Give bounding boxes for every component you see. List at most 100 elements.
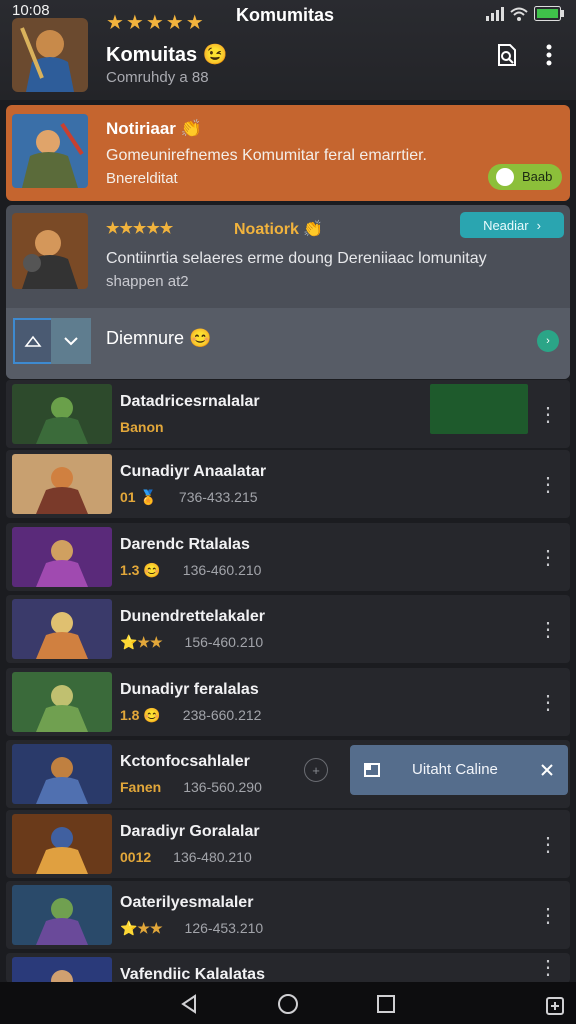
home-icon[interactable] [277,993,299,1015]
list-item-code: 126-453.210 [184,920,264,936]
list-item-thumbnail [12,384,112,444]
list-item[interactable]: Daradiyr Goralalar 0012 136-480.210 ⋮ [6,810,570,878]
home-outline-button[interactable] [13,318,53,364]
triangle-up-icon [24,335,42,347]
status-icons [486,6,564,21]
page-title: Komuitas 😉 [106,44,228,66]
top-title: Komumitas [236,5,335,25]
list-item[interactable]: Dunadiyr feralalas 1.8 😊 238-660.212 ⋮ [6,668,570,736]
list-item-more-button[interactable]: ⋮ [538,951,558,983]
list-item-badge: 01 🏅 [120,489,157,505]
list-item-title: Kctonfocsahlaler [120,753,250,770]
dropdown-button[interactable] [51,318,91,364]
window-icon [364,763,380,777]
list-item-meta: 1.3 😊 136-460.210 [120,562,261,579]
notification-stars: ★★★★★ [106,220,174,237]
list-item-more-button[interactable]: ⋮ [538,828,558,860]
signal-icon [486,6,504,21]
list-item[interactable]: Dunendrettelakaler ⭐★★ 156-460.210 ⋮ [6,595,570,663]
list-item-badge: 1.8 😊 [120,707,161,723]
list-item-meta: 1.8 😊 238-660.212 [120,707,261,724]
wifi-icon [510,7,528,21]
more-menu-button[interactable] [534,40,564,70]
recents-icon[interactable] [376,994,396,1014]
chevron-right-icon: › [536,217,541,233]
list-item-thumbnail [12,744,112,804]
notification-sub: Bnerelditat [106,170,178,187]
notification-thumbnail [12,114,88,188]
notification-footer: Diemnure 😊 › [6,308,570,379]
list-item-more-button[interactable]: ⋮ [538,899,558,931]
list-item-code: 736-433.215 [178,489,258,505]
battery-icon [534,6,564,21]
notification-toggle[interactable]: Baab [488,164,562,190]
notification-title: Noatiork 👏 [234,221,324,238]
list-item-code: 238-660.212 [182,707,262,723]
list-item-title: Darendc Rtalalas [120,536,250,553]
toast-label: Uitaht Caline [412,761,498,778]
notification-thumbnail [12,213,88,289]
list-item-more-button[interactable]: ⋮ [538,686,558,718]
list-item-meta: 01 🏅 736-433.215 [120,489,258,506]
list-item-meta: 0012 136-480.210 [120,849,252,865]
status-time: 10:08 [12,2,50,19]
list-item-code: 136-560.290 [183,779,262,795]
list-item-thumbnail [12,814,112,874]
list-item-title: Datadricesrnalalar [120,393,260,410]
app-avatar[interactable] [12,18,88,92]
more-vert-icon [546,44,552,66]
toggle-knob [496,168,514,186]
list-item-thumbnail [12,599,112,659]
chevron-down-icon [64,337,78,346]
list-item-title: Daradiyr Goralalar [120,823,260,840]
system-nav-bar [0,982,576,1024]
notification-body: Contiinrtia selaeres erme doung Dereniia… [106,250,487,267]
back-icon[interactable] [180,994,198,1014]
list-item-more-button[interactable]: ⋮ [538,468,558,500]
page-subtitle: Comruhdy a 88 [106,69,209,86]
notification-title: Notiriaar 👏 [106,119,202,138]
list-item-title: Oaterilyesmalaler [120,894,254,911]
list-item-thumbnail [12,885,112,945]
action-button-label: Neadiar [483,217,529,233]
list-item-badge: Fanen [120,779,162,795]
list-item-thumbnail [12,527,112,587]
toggle-label: Baab [522,169,553,184]
list-item-meta: ⭐★★ 156-460.210 [120,634,263,651]
list-item-more-button[interactable]: ⋮ [538,613,558,645]
close-icon[interactable] [540,763,554,777]
list-item-badge: 0012 [120,849,152,865]
list-item[interactable]: Cunadiyr Anaalatar 01 🏅 736-433.215 ⋮ [6,450,570,518]
expand-dot[interactable]: › [537,330,559,352]
list-item-badge: ⭐★★ [120,920,163,936]
list-item-thumbnail [12,672,112,732]
list-item-badge: 1.3 😊 [120,562,161,578]
list-item-meta: ⭐★★ 126-453.210 [120,920,263,937]
list-item-badge: Banon [120,419,164,435]
list-item-badge: ⭐★★ [120,634,163,650]
list-item-meta: Fanen 136-560.290 [120,779,262,795]
list-item[interactable]: Darendc Rtalalas 1.3 😊 136-460.210 ⋮ [6,523,570,591]
doc-search-icon [498,44,516,66]
notification-card-orange[interactable]: Notiriaar 👏 Gomeunirefnemes Komumitar fe… [6,105,570,201]
list-item[interactable]: Oaterilyesmalaler ⭐★★ 126-453.210 ⋮ [6,881,570,949]
list-item-code: 136-460.210 [182,562,262,578]
search-doc-button[interactable] [492,40,522,70]
accessibility-icon[interactable] [544,992,566,1016]
preview-box [430,384,528,434]
add-circle-button[interactable]: + [304,758,328,782]
toast-popup[interactable]: Uitaht Caline [350,745,568,795]
list-item-title: Dunadiyr feralalas [120,681,259,698]
list-item-thumbnail [12,454,112,514]
notification-card-gray[interactable]: ★★★★★ Noatiork 👏 Neadiar › Contiinrtia s… [6,205,570,379]
rating-stars: ★★★★★ [106,12,206,34]
notification-action-button[interactable]: Neadiar › [460,212,564,238]
list-item-more-button[interactable]: ⋮ [538,541,558,573]
section-label: Diemnure 😊 [106,328,212,348]
list-item-title: Dunendrettelakaler [120,608,265,625]
list-item-code: 156-460.210 [184,634,264,650]
list-item-more-button[interactable]: ⋮ [538,398,558,430]
list-item[interactable]: Vafendiic Kalalatas ⋮ [6,951,570,1017]
notification-sub: shappen at2 [106,273,189,290]
list-item-meta: Banon [120,419,186,435]
